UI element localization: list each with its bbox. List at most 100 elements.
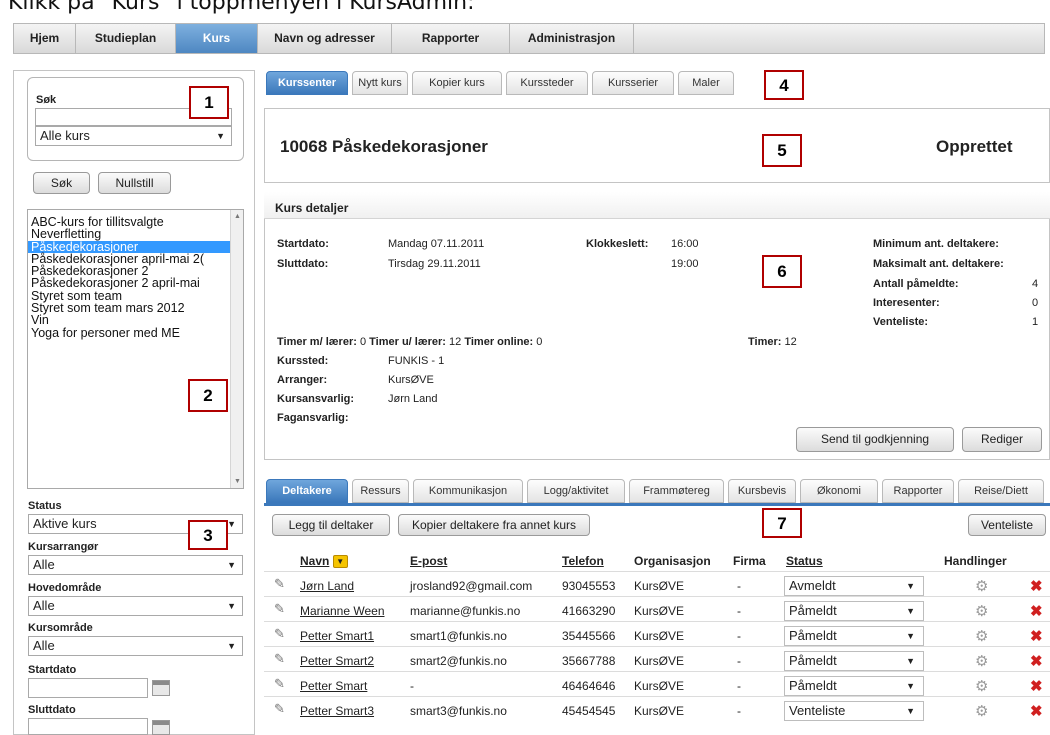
tab-kursbevis[interactable]: Kursbevis bbox=[728, 479, 796, 503]
status-select-value: Aktive kurs bbox=[33, 516, 97, 531]
participant-name[interactable]: Petter Smart bbox=[300, 679, 367, 693]
startdato-input[interactable] bbox=[28, 678, 148, 698]
participant-name[interactable]: Petter Smart1 bbox=[300, 629, 374, 643]
participant-email: smart1@funkis.no bbox=[410, 629, 507, 643]
delete-x-icon[interactable]: ✖ bbox=[1030, 602, 1043, 620]
tab-nytt-kurs[interactable]: Nytt kurs bbox=[352, 71, 408, 95]
tab-frammotereg[interactable]: Frammøtereg bbox=[629, 479, 724, 503]
status-select[interactable]: Påmeldt ▼ bbox=[784, 626, 924, 646]
klokkeslett-start: 16:00 bbox=[671, 238, 699, 250]
sort-dropdown-icon[interactable]: ▼ bbox=[332, 555, 348, 569]
gear-icon[interactable]: ⚙ bbox=[975, 652, 988, 670]
list-item[interactable]: Styret som team mars 2012 bbox=[28, 302, 243, 315]
delete-x-icon[interactable]: ✖ bbox=[1030, 702, 1043, 720]
status-select[interactable]: Venteliste ▼ bbox=[784, 701, 924, 721]
calendar-icon[interactable] bbox=[152, 720, 170, 735]
tab-okonomi[interactable]: Økonomi bbox=[800, 479, 878, 503]
kurssted-label: Kurssted: bbox=[277, 355, 329, 367]
tab-maler[interactable]: Maler bbox=[678, 71, 734, 95]
participant-firm: - bbox=[737, 679, 741, 693]
copy-participants-button[interactable]: Kopier deltakere fra annet kurs bbox=[398, 514, 590, 536]
tab-logg-aktivitet[interactable]: Logg/aktivitet bbox=[527, 479, 625, 503]
gear-icon[interactable]: ⚙ bbox=[975, 677, 988, 695]
marker-7: 7 bbox=[762, 508, 802, 538]
pencil-icon[interactable]: ✎ bbox=[274, 601, 285, 617]
pencil-icon[interactable]: ✎ bbox=[274, 626, 285, 642]
delete-x-icon[interactable]: ✖ bbox=[1030, 627, 1043, 645]
status-select[interactable]: Påmeldt ▼ bbox=[784, 601, 924, 621]
tab-deltakere[interactable]: Deltakere bbox=[266, 479, 348, 503]
course-state: Opprettet bbox=[936, 137, 1013, 156]
tab-ressurs[interactable]: Ressurs bbox=[352, 479, 409, 503]
arranger-detail-value: KursØVE bbox=[388, 374, 434, 386]
status-select[interactable]: Påmeldt ▼ bbox=[784, 676, 924, 696]
menu-item-administrasjon[interactable]: Administrasjon bbox=[510, 24, 634, 53]
participant-firm: - bbox=[737, 579, 741, 593]
reset-button[interactable]: Nullstill bbox=[98, 172, 171, 194]
menu-item-kurs[interactable]: Kurs bbox=[176, 24, 258, 53]
delete-x-icon[interactable]: ✖ bbox=[1030, 652, 1043, 670]
menu-item-rapporter[interactable]: Rapporter bbox=[392, 24, 510, 53]
status-select[interactable]: Påmeldt ▼ bbox=[784, 651, 924, 671]
participant-email: jrosland92@gmail.com bbox=[410, 579, 533, 593]
startdato-label: Startdato bbox=[28, 664, 77, 676]
scroll-up-icon[interactable]: ▲ bbox=[234, 213, 241, 220]
sluttdato-input[interactable] bbox=[28, 718, 148, 735]
menu-item-navn-og-adresser[interactable]: Navn og adresser bbox=[258, 24, 392, 53]
arranger-label: Kursarrangør bbox=[28, 541, 99, 553]
pencil-icon[interactable]: ✎ bbox=[274, 651, 285, 667]
col-header-status[interactable]: Status bbox=[786, 554, 823, 568]
tab-kursserier[interactable]: Kursserier bbox=[592, 71, 674, 95]
menu-item-hjem[interactable]: Hjem bbox=[14, 24, 76, 53]
chevron-down-icon: ▼ bbox=[227, 601, 236, 611]
add-participant-button[interactable]: Legg til deltaker bbox=[272, 514, 390, 536]
gear-icon[interactable]: ⚙ bbox=[975, 602, 988, 620]
hovedomrade-select[interactable]: Alle ▼ bbox=[28, 596, 243, 616]
status-select[interactable]: Avmeldt ▼ bbox=[784, 576, 924, 596]
pencil-icon[interactable]: ✎ bbox=[274, 676, 285, 692]
page-caption: Klikk på "Kurs" i toppmenyen i KursAdmin… bbox=[8, 0, 475, 15]
gear-icon[interactable]: ⚙ bbox=[975, 577, 988, 595]
participant-name[interactable]: Marianne Ween bbox=[300, 604, 385, 618]
col-header-navn[interactable]: Navn ▼ bbox=[300, 554, 348, 569]
list-item[interactable]: Yoga for personer med ME bbox=[28, 326, 243, 339]
list-item[interactable]: Vin bbox=[28, 314, 243, 327]
calendar-icon[interactable] bbox=[152, 680, 170, 696]
scroll-down-icon[interactable]: ▼ bbox=[234, 478, 241, 485]
col-header-epost[interactable]: E-post bbox=[410, 554, 447, 568]
participant-phone: 46464646 bbox=[562, 679, 616, 693]
participant-name[interactable]: Jørn Land bbox=[300, 579, 354, 593]
search-scope-select[interactable]: Alle kurs ▼ bbox=[35, 126, 232, 146]
tab-kommunikasjon[interactable]: Kommunikasjon bbox=[413, 479, 523, 503]
send-til-godkjenning-button[interactable]: Send til godkjenning bbox=[796, 427, 954, 452]
menu-item-studieplan[interactable]: Studieplan bbox=[76, 24, 176, 53]
arranger-select[interactable]: Alle ▼ bbox=[28, 555, 243, 575]
participant-org: KursØVE bbox=[634, 654, 685, 668]
rediger-button[interactable]: Rediger bbox=[962, 427, 1042, 452]
participant-email: marianne@funkis.no bbox=[410, 604, 521, 618]
gear-icon[interactable]: ⚙ bbox=[975, 702, 988, 720]
participant-name[interactable]: Petter Smart3 bbox=[300, 704, 374, 718]
tab-kopier-kurs[interactable]: Kopier kurs bbox=[412, 71, 502, 95]
participant-tabs-underline bbox=[264, 503, 1050, 506]
delete-x-icon[interactable]: ✖ bbox=[1030, 677, 1043, 695]
gear-icon[interactable]: ⚙ bbox=[975, 627, 988, 645]
tab-reise-diett[interactable]: Reise/Diett bbox=[958, 479, 1044, 503]
list-item[interactable]: Påskedekorasjoner 2 april-mai bbox=[28, 277, 243, 290]
hovedomrade-label: Hovedområde bbox=[28, 582, 102, 594]
search-button[interactable]: Søk bbox=[33, 172, 90, 194]
pencil-icon[interactable]: ✎ bbox=[274, 701, 285, 717]
participant-name[interactable]: Petter Smart2 bbox=[300, 654, 374, 668]
delete-x-icon[interactable]: ✖ bbox=[1030, 577, 1043, 595]
tab-kurssteder[interactable]: Kurssteder bbox=[506, 71, 588, 95]
list-scrollbar[interactable]: ▲ ▼ bbox=[230, 210, 243, 488]
tab-kurssenter[interactable]: Kurssenter bbox=[266, 71, 348, 95]
timer-u-label: Timer u/ lærer: bbox=[369, 336, 446, 348]
venteliste-button[interactable]: Venteliste bbox=[968, 514, 1046, 536]
kursomrade-select[interactable]: Alle ▼ bbox=[28, 636, 243, 656]
col-header-telefon[interactable]: Telefon bbox=[562, 554, 604, 568]
tab-rapporter[interactable]: Rapporter bbox=[882, 479, 954, 503]
pencil-icon[interactable]: ✎ bbox=[274, 576, 285, 592]
list-item[interactable]: Neverfletting bbox=[28, 228, 243, 241]
course-listbox[interactable]: ABC-kurs for tillitsvalgte Neverfletting… bbox=[27, 209, 244, 489]
